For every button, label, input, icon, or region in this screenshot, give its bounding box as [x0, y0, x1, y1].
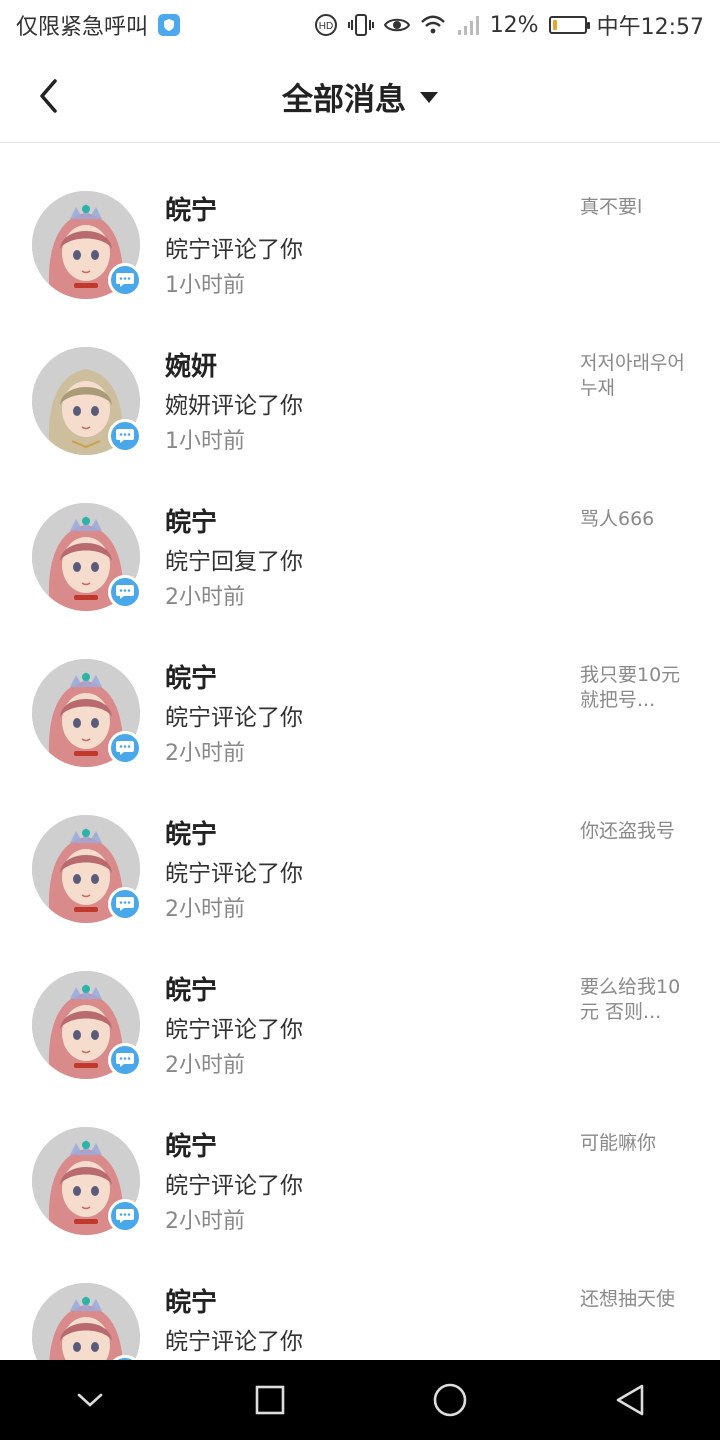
avatar[interactable] [32, 815, 142, 923]
status-left: 仅限紧急呼叫 [16, 9, 181, 41]
message-item[interactable]: 皖宁 皖宁评论了你 2小时前 我只要10元就把号... [0, 611, 720, 767]
navigation-bar [0, 1360, 720, 1440]
svg-text:HD: HD [318, 21, 332, 32]
message-item[interactable]: 皖宁 皖宁评论了你 2小时前 你还盗我号 [0, 767, 720, 923]
comment-badge-icon [108, 575, 142, 609]
triangle-back-icon [616, 1384, 644, 1416]
message-time: 2小时前 [165, 1209, 245, 1234]
hd-icon: HD [314, 13, 338, 37]
status-time: 中午12:57 [596, 15, 704, 40]
avatar[interactable] [32, 191, 142, 299]
avatar[interactable] [32, 347, 142, 455]
avatar[interactable] [32, 971, 142, 1079]
vibrate-icon [347, 13, 374, 37]
message-action: 婉妍评论了你 [165, 393, 303, 419]
sender-name[interactable]: 皖宁 [165, 970, 217, 1007]
status-bar: 仅限紧急呼叫 HD 12% 中午12:57 [0, 0, 720, 50]
message-item[interactable]: 皖宁 皖宁回复了你 2小时前 骂人666 [0, 455, 720, 611]
message-item[interactable]: 皖宁 皖宁评论了你 2小时前 要么给我10元 否则... [0, 923, 720, 1079]
comment-snippet: 骂人666 [580, 508, 655, 530]
message-time: 2小时前 [165, 585, 245, 610]
page-title: 全部消息 [282, 82, 406, 118]
avatar[interactable] [32, 503, 142, 611]
home-button[interactable] [410, 1360, 490, 1440]
sender-name[interactable]: 皖宁 [165, 502, 217, 539]
comment-snippet: 还想抽天使 [580, 1288, 676, 1310]
message-time: 1小时前 [165, 273, 245, 298]
message-item[interactable]: 皖宁 皖宁评论了你 还想抽天使 [0, 1235, 720, 1360]
sender-name[interactable]: 皖宁 [165, 658, 217, 695]
comment-badge-icon [108, 419, 142, 453]
system-back-button[interactable] [590, 1360, 670, 1440]
comment-snippet: 真不要l [580, 196, 643, 218]
message-action: 皖宁评论了你 [165, 1017, 303, 1043]
message-item[interactable]: 皖宁 皖宁评论了你 1小时前 真不要l [0, 143, 720, 299]
shield-icon [158, 14, 181, 36]
sender-name[interactable]: 皖宁 [165, 190, 217, 227]
signal-icon [456, 14, 480, 36]
battery-fill [552, 20, 557, 30]
comment-snippet: 저저아래우어누재 [580, 352, 685, 399]
sender-name[interactable]: 皖宁 [165, 814, 217, 851]
comment-snippet: 要么给我10元 否则... [580, 976, 681, 1023]
message-item[interactable]: 婉妍 婉妍评论了你 1小时前 저저아래우어누재 [0, 299, 720, 455]
message-action: 皖宁评论了你 [165, 1329, 303, 1355]
message-time: 2小时前 [165, 897, 245, 922]
collapse-button[interactable] [50, 1360, 130, 1440]
message-filter-dropdown[interactable]: 全部消息 [0, 50, 720, 143]
comment-badge-icon [108, 1199, 142, 1233]
avatar[interactable] [32, 659, 142, 767]
message-time: 2小时前 [165, 741, 245, 766]
eye-icon [383, 15, 410, 35]
caret-down-icon [420, 92, 438, 103]
avatar-image [32, 1283, 140, 1360]
square-icon [255, 1385, 285, 1415]
status-right: HD 12% 中午12:57 [314, 9, 704, 41]
message-list[interactable]: 皖宁 皖宁评论了你 1小时前 真不要l 婉妍 婉妍评论了你 1小时前 저저아래우… [0, 143, 720, 1360]
avatar[interactable] [32, 1283, 142, 1360]
recents-button[interactable] [230, 1360, 310, 1440]
circle-icon [433, 1383, 467, 1417]
avatar[interactable] [32, 1127, 142, 1235]
comment-badge-icon [108, 263, 142, 297]
message-time: 1小时前 [165, 429, 245, 454]
message-time: 2小时前 [165, 1053, 245, 1078]
comment-snippet: 可能嘛你 [580, 1132, 657, 1154]
comment-badge-icon [108, 887, 142, 921]
chevron-down-icon [77, 1393, 103, 1407]
message-action: 皖宁评论了你 [165, 861, 303, 887]
message-action: 皖宁评论了你 [165, 1173, 303, 1199]
sender-name[interactable]: 皖宁 [165, 1126, 217, 1163]
sender-name[interactable]: 皖宁 [165, 1282, 217, 1319]
message-item[interactable]: 皖宁 皖宁评论了你 2小时前 可能嘛你 [0, 1079, 720, 1235]
battery-percent: 12% [489, 12, 539, 38]
sender-name[interactable]: 婉妍 [165, 346, 217, 383]
comment-badge-icon [108, 1043, 142, 1077]
header: 全部消息 [0, 50, 720, 143]
message-action: 皖宁评论了你 [165, 237, 303, 263]
wifi-icon [420, 14, 446, 36]
battery-icon [548, 16, 590, 34]
comment-snippet: 你还盗我号 [580, 820, 676, 842]
comment-snippet: 我只要10元就把号... [580, 664, 681, 711]
message-action: 皖宁回复了你 [165, 549, 303, 575]
comment-badge-icon [108, 731, 142, 765]
carrier-text: 仅限紧急呼叫 [16, 15, 149, 40]
message-action: 皖宁评论了你 [165, 705, 303, 731]
